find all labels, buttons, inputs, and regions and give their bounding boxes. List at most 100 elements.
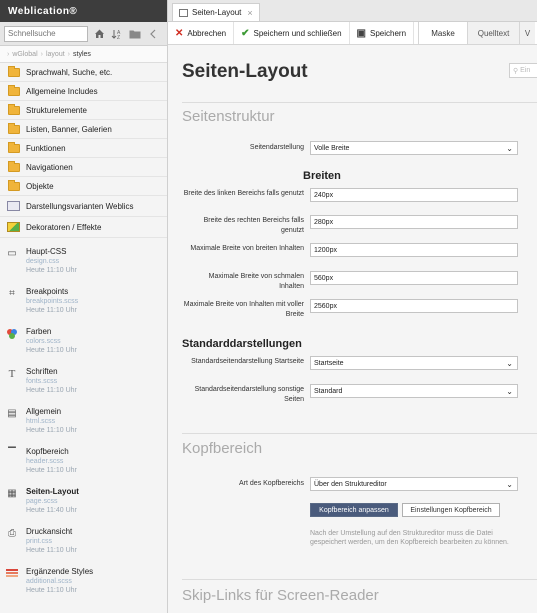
field-label: Maximale Breite von breiten Inhalten — [190, 245, 304, 252]
home-icon[interactable] — [92, 27, 106, 41]
breadcrumb-item[interactable]: wGlobal — [12, 51, 37, 58]
file-title: Breakpoints — [26, 287, 69, 296]
folder-label: Allgemeine Includes — [26, 86, 98, 96]
section-divider — [182, 579, 537, 580]
folder-item[interactable]: Strukturelemente — [0, 101, 167, 120]
editor-toolbar: ✕ Abbrechen ✔ Speichern und schließen ▣ … — [168, 22, 537, 45]
file-item-active[interactable]: ▦ Seiten-Layout page.scss Heute 11:40 Uhr — [0, 482, 167, 522]
section-title-kopfbereich: Kopfbereich — [182, 440, 263, 457]
brand-logo: Weblication® — [8, 5, 78, 17]
default-start-select[interactable]: Startseite ⌄ — [310, 356, 518, 370]
header-type-select[interactable]: Über den Struktureditor ⌄ — [310, 477, 518, 491]
file-date: Heute 11:10 Uhr — [26, 547, 77, 554]
seitendarstellung-select[interactable]: Volle Breite ⌄ — [310, 141, 518, 155]
collapse-left-icon[interactable] — [146, 27, 160, 41]
fonts-icon: T — [8, 368, 16, 380]
colors-icon — [6, 328, 18, 340]
page-search-input[interactable]: ⚲ Ein — [509, 63, 537, 78]
section-title-skiplinks: Skip-Links für Screen-Reader — [182, 587, 379, 604]
sort-az-icon[interactable]: AZ — [110, 27, 124, 41]
breadcrumb: › wGlobal › layout › styles — [0, 46, 167, 63]
header-settings-button[interactable]: Einstellungen Kopfbereich — [402, 503, 500, 517]
chevron-down-icon: ⌄ — [506, 479, 513, 489]
file-list: ▭ Haupt-CSS design.css Heute 11:10 Uhr ⌗ B… — [0, 238, 167, 602]
breadcrumb-separator: › — [7, 50, 10, 58]
default-other-value: Standard — [314, 387, 343, 395]
file-title: Ergänzende Styles — [26, 567, 94, 576]
folder-label: Funktionen — [26, 143, 66, 153]
svg-text:Z: Z — [117, 35, 120, 40]
file-item[interactable]: ▭ Haupt-CSS design.css Heute 11:10 Uhr — [0, 242, 167, 282]
breadcrumb-item[interactable]: layout — [46, 51, 65, 58]
group-item-decorators[interactable]: Dekoratoren / Effekte — [0, 217, 167, 238]
save-button[interactable]: ▣ Speichern — [350, 22, 415, 44]
max-width-narrow-input[interactable]: 560px — [310, 271, 518, 285]
file-name: breakpoints.scss — [26, 298, 79, 305]
max-width-full-input[interactable]: 2560px — [310, 299, 518, 313]
tab-source[interactable]: Quelltext — [467, 22, 520, 44]
folder-label: Sprachwahl, Suche, etc. — [26, 67, 113, 77]
file-date: Heute 11:10 Uhr — [26, 427, 77, 434]
tab-more[interactable]: V — [519, 22, 536, 44]
file-item[interactable]: ▔ Kopfbereich header.scss Heute 11:10 Uhr — [0, 442, 167, 482]
folder-item[interactable]: Objekte — [0, 177, 167, 196]
file-date: Heute 11:10 Uhr — [26, 387, 77, 394]
group-item-variants[interactable]: Darstellungsvarianten Weblics — [0, 196, 167, 217]
max-width-wide-input[interactable]: 1200px — [310, 243, 518, 257]
main-area: Seiten-Layout × ✕ Abbrechen ✔ Speichern … — [168, 0, 537, 613]
width-right-input[interactable]: 280px — [310, 215, 518, 229]
print-icon: ⎙ — [8, 528, 16, 539]
tab-mask[interactable]: Maske — [418, 22, 468, 44]
file-name: html.scss — [26, 418, 56, 425]
brand-bar: Weblication® — [0, 0, 167, 22]
default-start-value: Startseite — [314, 359, 344, 367]
file-item[interactable]: T Schriften fonts.scss Heute 11:10 Uhr — [0, 362, 167, 402]
folder-item[interactable]: Funktionen — [0, 139, 167, 158]
page-search-placeholder: Ein — [520, 67, 531, 74]
field-label: Breite des linken Bereichs falls genutzt — [183, 190, 304, 197]
field-label: Maximale Breite von Inhalten mit voller … — [183, 301, 304, 318]
cancel-button[interactable]: ✕ Abbrechen — [168, 22, 235, 44]
field-label: Standardseitendarstellung Startseite — [191, 358, 304, 365]
cancel-icon: ✕ — [175, 27, 184, 39]
file-title: Farben — [26, 327, 52, 336]
default-other-select[interactable]: Standard ⌄ — [310, 384, 518, 398]
quick-search-input[interactable] — [4, 25, 88, 42]
header-icon: ▔ — [8, 448, 16, 459]
file-item[interactable]: Ergänzende Styles additional.scss Heute 11… — [0, 562, 167, 602]
folder-item[interactable]: Navigationen — [0, 158, 167, 177]
folder-label: Strukturelemente — [26, 105, 87, 115]
breakpoints-icon: ⌗ — [9, 288, 15, 299]
width-left-input[interactable]: 240px — [310, 188, 518, 202]
folder-item[interactable]: Listen, Banner, Galerien — [0, 120, 167, 139]
folder-item[interactable]: Allgemeine Includes — [0, 82, 167, 101]
file-item[interactable]: ⌗ Breakpoints breakpoints.scss Heute 11:10… — [0, 282, 167, 322]
search-icon: ⚲ — [513, 67, 519, 75]
folder-item[interactable]: Sprachwahl, Suche, etc. — [0, 63, 167, 82]
sidebar-toolbar: AZ — [0, 22, 167, 46]
breadcrumb-current[interactable]: styles — [73, 51, 91, 58]
close-icon[interactable]: × — [247, 8, 252, 18]
chevron-down-icon: ⌄ — [506, 358, 513, 368]
document-tab[interactable]: Seiten-Layout × — [172, 3, 260, 21]
file-item[interactable]: ▤ Allgemein html.scss Heute 11:10 Uhr — [0, 402, 167, 442]
customize-header-button[interactable]: Kopfbereich anpassen — [310, 503, 398, 517]
file-date: Heute 11:10 Uhr — [26, 307, 77, 314]
document-tabstrip: Seiten-Layout × — [168, 0, 537, 22]
folder-icon — [8, 141, 20, 153]
file-title: Kopfbereich — [26, 447, 69, 456]
file-item[interactable]: Farben colors.scss Heute 11:10 Uhr — [0, 322, 167, 362]
file-name: additional.scss — [26, 578, 72, 585]
field-label: Maximale Breite von schmalen Inhalten — [208, 273, 304, 290]
file-date: Heute 11:40 Uhr — [26, 507, 77, 514]
folder-icon — [8, 84, 20, 96]
file-item[interactable]: ⎙ Druckansicht print.css Heute 11:10 Uhr — [0, 522, 167, 562]
sidebar: Weblication® AZ › wGlobal › layout › sty… — [0, 0, 168, 613]
variants-icon — [7, 201, 20, 211]
group-label: Dekoratoren / Effekte — [26, 222, 102, 232]
folder-view-icon[interactable] — [128, 27, 142, 41]
folder-icon — [8, 122, 20, 134]
save-label: Speichern — [370, 28, 407, 38]
page-layout-icon: ▦ — [7, 488, 17, 499]
save-and-close-button[interactable]: ✔ Speichern und schließen — [234, 22, 350, 44]
